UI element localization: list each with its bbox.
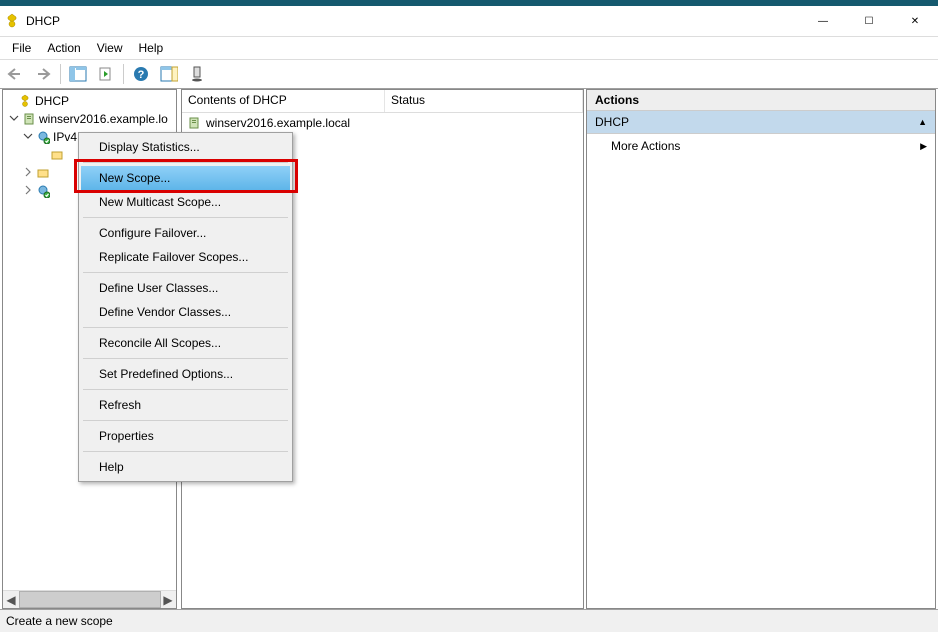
menu-help[interactable]: Help [131,39,172,57]
ctx-help[interactable]: Help [81,455,290,479]
toolbar-separator [123,64,124,84]
window-title: DHCP [26,14,60,28]
actions-subject[interactable]: DHCP ▲ [587,111,935,134]
column-status[interactable]: Status [385,90,583,112]
expand-icon[interactable] [21,166,35,180]
ctx-define-user-classes[interactable]: Define User Classes... [81,276,290,300]
server-icon [21,111,37,127]
actions-heading: Actions [587,90,935,111]
tree-node-dhcp[interactable]: DHCP [3,92,176,110]
status-text: Create a new scope [6,614,113,628]
list-item-label: winserv2016.example.local [206,116,350,130]
ipv6-icon [35,183,51,199]
close-button[interactable]: ✕ [892,6,938,36]
show-hide-tree-button[interactable] [65,62,91,86]
ctx-separator [83,327,288,328]
tree-horizontal-scrollbar[interactable]: ◀ ▶ [3,590,176,608]
ctx-reconcile-all-scopes[interactable]: Reconcile All Scopes... [81,331,290,355]
actions-subject-label: DHCP [595,115,629,129]
ctx-separator [83,272,288,273]
menu-bar: File Action View Help [0,37,938,59]
ctx-separator [83,451,288,452]
scroll-thumb[interactable] [19,591,161,608]
back-button[interactable] [2,62,28,86]
forward-button[interactable] [30,62,56,86]
ctx-separator [83,217,288,218]
more-actions-label: More Actions [611,139,680,153]
scroll-left-icon[interactable]: ◀ [3,592,19,607]
column-contents[interactable]: Contents of DHCP [182,90,385,112]
ctx-separator [83,420,288,421]
ctx-separator [83,389,288,390]
tree-node-server[interactable]: winserv2016.example.lo [3,110,176,128]
contents-header: Contents of DHCP Status [182,90,583,113]
collapse-icon[interactable] [7,112,21,126]
toolbar: ? [0,59,938,89]
folder-icon [49,147,65,163]
ctx-replicate-failover[interactable]: Replicate Failover Scopes... [81,245,290,269]
actions-pane: Actions DHCP ▲ More Actions ▶ [586,89,936,609]
server-icon [186,115,202,131]
submenu-arrow-icon: ▶ [920,141,927,152]
ctx-define-vendor-classes[interactable]: Define Vendor Classes... [81,300,290,324]
menu-action[interactable]: Action [39,39,88,57]
dhcp-icon [17,93,33,109]
collapse-icon[interactable] [21,130,35,144]
maximize-button[interactable]: ☐ [846,6,892,36]
ctx-display-statistics[interactable]: Display Statistics... [81,135,290,159]
expand-icon[interactable] [21,184,35,198]
title-bar: DHCP — ☐ ✕ [0,6,938,37]
refresh-button[interactable] [93,62,119,86]
context-menu: Display Statistics... New Scope... New M… [78,132,293,482]
ctx-new-multicast-scope[interactable]: New Multicast Scope... [81,190,290,214]
details-view-button[interactable] [156,62,182,86]
list-item[interactable]: winserv2016.example.local [182,113,583,133]
ctx-separator [83,162,288,163]
ctx-set-predefined-options[interactable]: Set Predefined Options... [81,362,290,386]
ctx-configure-failover[interactable]: Configure Failover... [81,221,290,245]
scroll-right-icon[interactable]: ▶ [160,592,176,607]
minimize-button[interactable]: — [800,6,846,36]
menu-view[interactable]: View [89,39,131,57]
menu-file[interactable]: File [4,39,39,57]
ipv4-icon [35,129,51,145]
toolbar-separator [60,64,61,84]
svg-text:?: ? [138,69,145,81]
actions-more[interactable]: More Actions ▶ [587,134,935,158]
dhcp-app-icon [4,13,20,29]
status-bar: Create a new scope [0,609,938,632]
ctx-new-scope[interactable]: New Scope... [81,166,290,190]
collapse-caret-icon[interactable]: ▲ [918,117,927,127]
folder-icon [35,165,51,181]
ctx-properties[interactable]: Properties [81,424,290,448]
server-button[interactable] [184,62,210,86]
help-button[interactable]: ? [128,62,154,86]
ctx-refresh[interactable]: Refresh [81,393,290,417]
ctx-separator [83,358,288,359]
